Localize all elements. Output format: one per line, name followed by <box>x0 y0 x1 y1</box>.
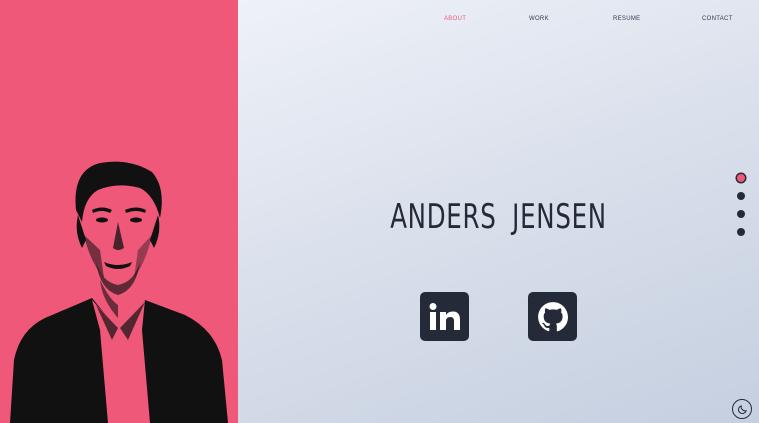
portrait-image <box>10 161 228 423</box>
nav-contact[interactable]: CONTACT <box>702 16 733 22</box>
linkedin-icon <box>429 302 460 330</box>
github-icon <box>537 301 568 331</box>
portrait-panel <box>0 0 238 423</box>
section-dot-resume[interactable] <box>737 210 745 218</box>
nav-work[interactable]: WORK <box>529 16 549 22</box>
theme-toggle-button[interactable] <box>732 399 752 419</box>
nav-resume[interactable]: RESUME <box>613 16 640 22</box>
moon-icon <box>737 404 747 414</box>
nav-about[interactable]: ABOUT <box>444 16 466 22</box>
hero-name: ANDERS JENSEN <box>390 197 607 237</box>
section-dot-work[interactable] <box>737 192 745 200</box>
section-dots <box>737 174 746 246</box>
section-dot-contact[interactable] <box>737 228 745 236</box>
main-content: ABOUT WORK RESUME CONTACT ANDERS JENSEN <box>238 0 759 423</box>
github-link[interactable] <box>528 292 577 341</box>
section-dot-about[interactable] <box>737 174 745 182</box>
linkedin-link[interactable] <box>420 292 469 341</box>
top-nav: ABOUT WORK RESUME CONTACT <box>238 16 759 28</box>
